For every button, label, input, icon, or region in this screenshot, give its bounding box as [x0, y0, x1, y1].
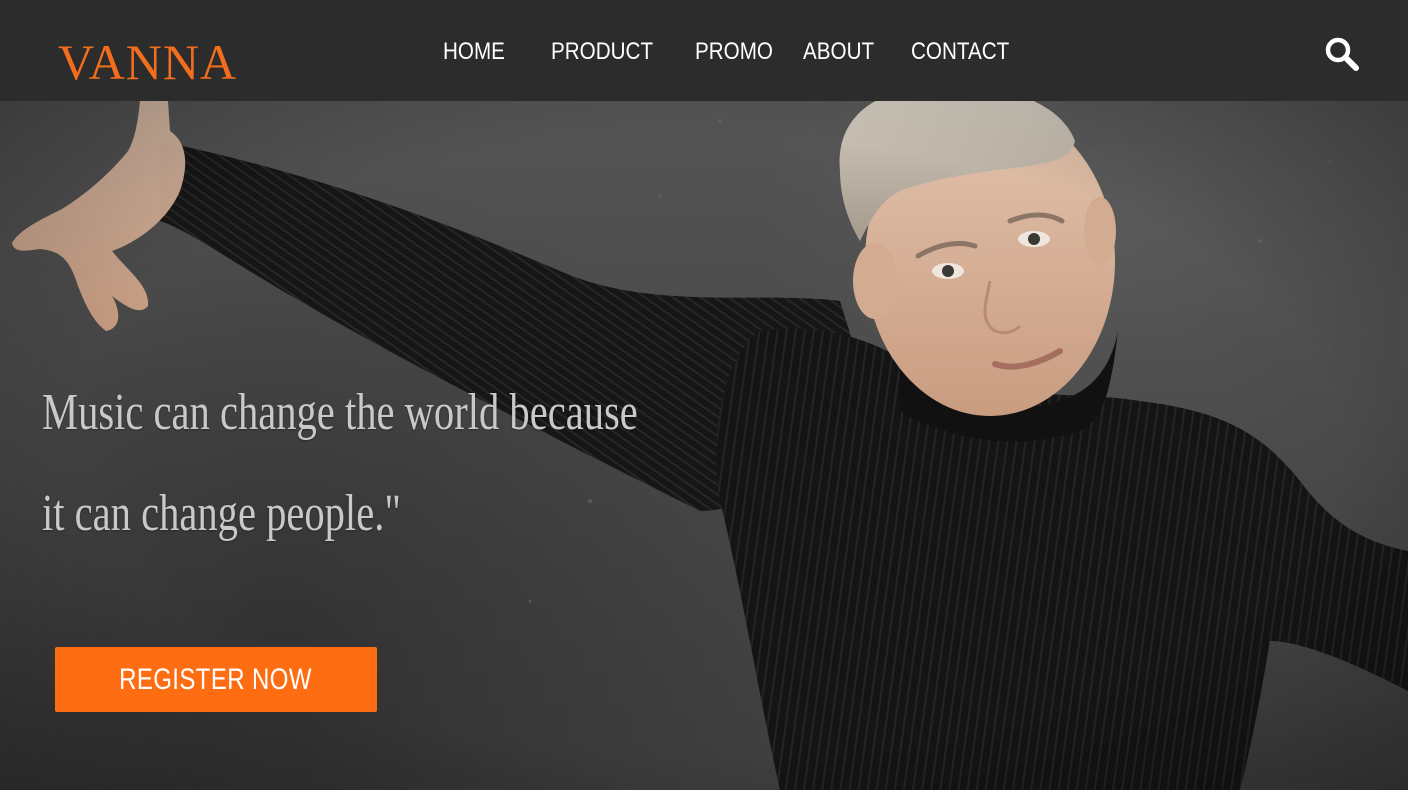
nav-item-product[interactable]: PRODUCT — [551, 35, 653, 69]
hero-quote-line-2: it can change people." — [42, 485, 401, 542]
nav-item-promo[interactable]: PROMO — [695, 35, 773, 69]
register-now-button[interactable]: REGISTER NOW — [55, 647, 377, 712]
hero-quote-line-1: Music can change the world because — [42, 384, 638, 441]
brand-logo[interactable]: VANNA — [58, 32, 237, 92]
landing-page: VANNA HOME PRODUCT PROMO ABOUT CONTACT M… — [0, 0, 1408, 790]
search-button[interactable] — [1322, 34, 1362, 74]
top-navbar: VANNA HOME PRODUCT PROMO ABOUT CONTACT — [0, 0, 1408, 101]
nav-item-about[interactable]: ABOUT — [803, 35, 874, 69]
register-now-label: REGISTER NOW — [119, 662, 313, 696]
nav-item-home[interactable]: HOME — [443, 35, 505, 69]
nav-item-contact[interactable]: CONTACT — [911, 35, 1009, 69]
search-icon — [1325, 37, 1359, 71]
